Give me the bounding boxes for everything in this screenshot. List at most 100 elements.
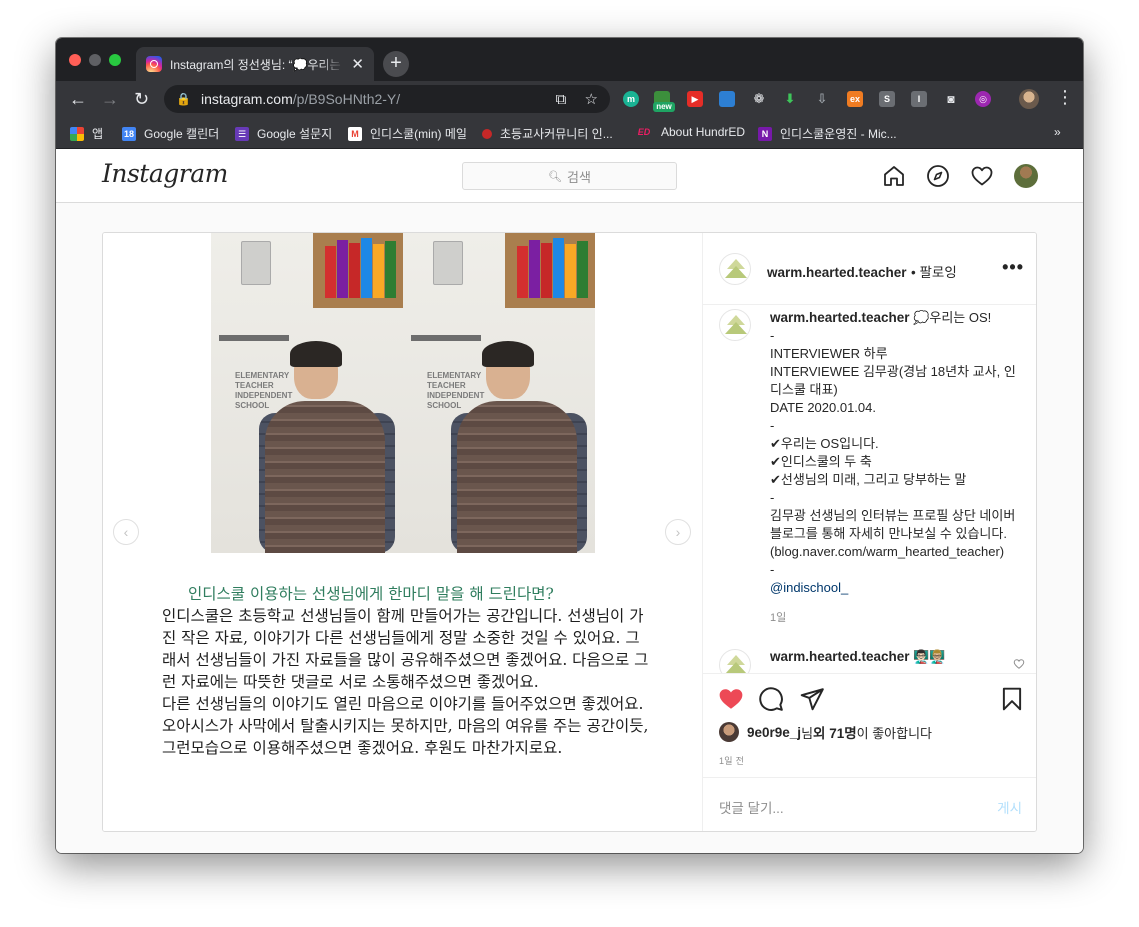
extension-circle-icon[interactable]: ◎ [975, 91, 991, 107]
search-placeholder: 검색 [567, 169, 591, 185]
liker-avatar[interactable] [719, 722, 739, 742]
reply-author-avatar[interactable] [719, 649, 751, 673]
bookshelf [313, 233, 403, 308]
new-tab-button[interactable]: + [383, 51, 409, 77]
reply-author[interactable]: warm.hearted.teacher [770, 649, 910, 664]
community-icon [482, 128, 492, 139]
comment-like-heart-icon[interactable] [1013, 658, 1025, 670]
omnibox-actions: ⧉ ☆ [556, 90, 598, 108]
comment-input[interactable]: 댓글 달기... [719, 797, 784, 817]
search-input[interactable]: 🔍︎ 검색 [462, 162, 677, 190]
bookmark-community[interactable]: 초등교사커뮤니티 인... [482, 125, 613, 142]
sign-roof-shape [219, 335, 289, 370]
extension-i-icon[interactable]: I [911, 91, 927, 107]
liker-username[interactable]: 9e0r9e_j [747, 725, 801, 740]
forward-arrow-icon[interactable]: → [101, 89, 119, 109]
add-comment-bar: 댓글 달기... 게시 [703, 777, 1036, 831]
bookmark-mail[interactable]: M 인디스쿨(min) 메일 [348, 125, 467, 142]
open-in-app-icon[interactable]: ⧉ [556, 91, 567, 108]
extension-doc-icon[interactable] [719, 91, 735, 107]
extension-download-icon[interactable]: ⬇ [782, 91, 798, 107]
instagram-page: Instagram 🔍︎ 검색 ELEMENTARY TEACHER INDEP… [56, 149, 1083, 853]
extension-camera-icon[interactable]: ◙ [943, 91, 959, 107]
close-window-button[interactable] [69, 54, 81, 66]
likes-tail-text: 이 좋아합니다 [856, 725, 933, 741]
post-timestamp[interactable]: 1일 전 [719, 754, 744, 767]
carousel-prev-button[interactable]: ‹ [113, 519, 139, 545]
book [361, 238, 372, 298]
chrome-menu-icon[interactable]: ⋮ [1056, 87, 1074, 107]
maximize-window-button[interactable] [109, 54, 121, 66]
wall-speaker [433, 241, 463, 285]
caption-mention-link[interactable]: @indischool_ [770, 580, 848, 595]
likes-mid-text: 님 [801, 725, 814, 741]
browser-toolbar: ← → ↻ 🔒 instagram.com/p/B9SoHNth2-Y/ ⧉ ☆… [56, 81, 1083, 117]
minimize-window-button[interactable] [89, 54, 101, 66]
back-arrow-icon[interactable]: ← [69, 89, 87, 109]
bookmark-forms[interactable]: ☰ Google 설문지 [235, 125, 332, 142]
book [529, 240, 540, 298]
url-host: instagram.com [200, 91, 293, 107]
post-sidebar: warm.hearted.teacher • 팔로잉 ••• warm.hear… [702, 233, 1036, 831]
lock-icon: 🔒 [176, 92, 191, 106]
tab-instagram[interactable]: Instagram의 정선생님: “💭우리는 OS ✕ [136, 47, 374, 81]
share-paper-plane-icon[interactable] [799, 686, 825, 712]
bookmark-star-icon[interactable]: ☆ [585, 91, 598, 108]
tab-close-icon[interactable]: ✕ [351, 55, 364, 73]
book [385, 241, 396, 298]
bookmark-onenote[interactable]: N 인디스쿨운영진 - Mic... [758, 125, 897, 142]
author-username[interactable]: warm.hearted.teacher [767, 265, 907, 280]
extension-s-icon[interactable]: S [879, 91, 895, 107]
extension-m-icon[interactable]: m [623, 91, 639, 107]
tab-title: Instagram의 정선생님: “💭우리는 OS [170, 57, 346, 72]
bookmark-label: 앱 [92, 127, 104, 141]
following-status[interactable]: • 팔로잉 [911, 265, 957, 280]
home-icon[interactable] [882, 164, 906, 188]
book [337, 240, 348, 298]
tab-strip: Instagram의 정선생님: “💭우리는 OS ✕ + [56, 38, 1083, 81]
bookmark-apps[interactable]: 앱 [70, 125, 103, 142]
bookmark-hundred[interactable]: ED About HundrED [635, 125, 745, 139]
post-header: warm.hearted.teacher • 팔로잉 ••• [703, 233, 1036, 305]
reload-icon[interactable]: ↻ [134, 89, 149, 109]
more-options-icon[interactable]: ••• [1002, 257, 1024, 278]
image-caption-question: 인디스쿨 이용하는 선생님에게 한마디 말을 해 드린다면? [188, 585, 554, 603]
extension-video-icon[interactable]: ▶ [687, 91, 703, 107]
photo-right-half: ELEMENTARY TEACHER INDEPENDENT SCHOOL [403, 233, 595, 553]
likes-count[interactable]: 외 71명 [813, 722, 857, 742]
extension-brain-icon[interactable]: ❁ [751, 91, 767, 107]
extension-save-icon[interactable]: ⇩ [814, 91, 830, 107]
image-caption-body: 인디스쿨은 초등학교 선생님들이 함께 만들어가는 공간입니다. 선생님이 가진… [162, 607, 649, 757]
extension-ex-icon[interactable]: ex [847, 91, 863, 107]
comments-list: warm.hearted.teacher 💭우리는 OS! - INTERVIE… [703, 305, 1036, 673]
like-heart-filled-icon[interactable] [718, 686, 744, 712]
book [553, 238, 564, 298]
address-bar[interactable]: 🔒 instagram.com/p/B9SoHNth2-Y/ ⧉ ☆ [164, 85, 610, 113]
profile-avatar[interactable] [1019, 89, 1039, 109]
bookmark-label: Google 캘린더 [144, 127, 220, 141]
caption-author-avatar[interactable] [719, 309, 751, 341]
book [565, 244, 576, 298]
post-comment-button[interactable]: 게시 [997, 797, 1022, 817]
caption-author[interactable]: warm.hearted.teacher [770, 310, 910, 325]
person-vest [265, 401, 385, 553]
instagram-logo[interactable]: Instagram [102, 159, 228, 188]
caption-body: - INTERVIEWER 하루 INTERVIEWEE 김무광(경남 18년차… [770, 328, 1016, 577]
book [349, 243, 360, 298]
forms-icon: ☰ [235, 126, 249, 141]
bookmark-calendar[interactable]: 18 Google 캘린더 [122, 125, 219, 142]
save-bookmark-icon[interactable] [999, 686, 1025, 712]
post-actions: 9e0r9e_j 님 외 71명 이 좋아합니다 1일 전 [703, 673, 1036, 777]
activity-heart-icon[interactable] [970, 164, 994, 188]
comment-bubble-icon[interactable] [758, 686, 784, 712]
bookmarks-overflow-button[interactable]: » [1054, 125, 1061, 139]
caption-time: 1일 [770, 612, 787, 624]
person-hair [290, 341, 342, 367]
bookshelf [505, 233, 595, 308]
person-hair [482, 341, 534, 367]
explore-compass-icon[interactable] [926, 164, 950, 188]
caption-head: 💭우리는 OS! [913, 310, 992, 325]
carousel-next-button[interactable]: › [665, 519, 691, 545]
user-avatar[interactable] [1014, 164, 1038, 188]
author-avatar[interactable] [719, 253, 751, 285]
